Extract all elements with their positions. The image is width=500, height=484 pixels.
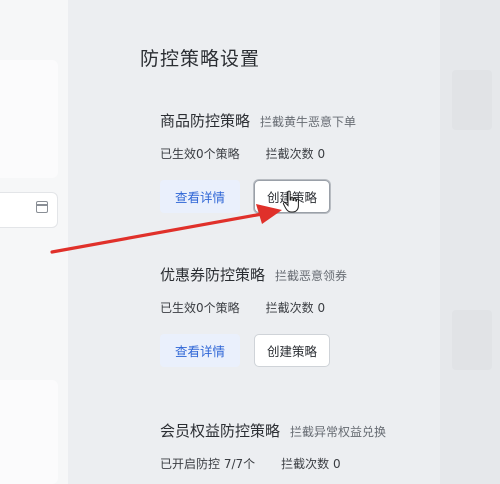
hand-cursor-icon: [282, 190, 299, 213]
annotation-arrow-icon: [50, 204, 282, 254]
